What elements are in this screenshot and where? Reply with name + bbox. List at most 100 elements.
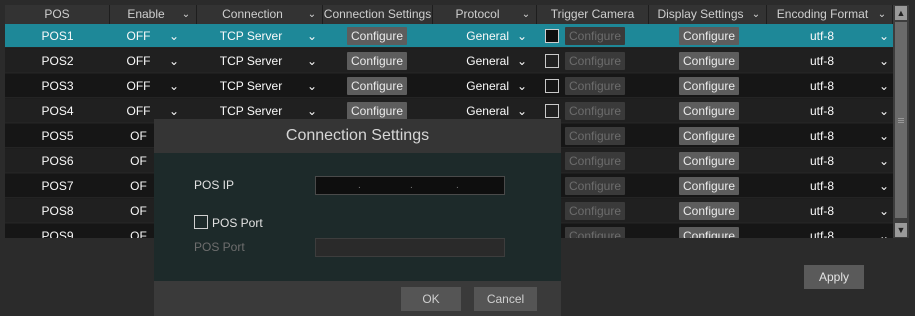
encoding-select[interactable]: utf-8 [767, 99, 877, 123]
scroll-down-icon[interactable]: ▼ [895, 223, 907, 237]
encoding-select[interactable]: utf-8 [767, 49, 877, 73]
connection-configure-button[interactable]: Configure [347, 77, 407, 95]
trigger-configure-button: Configure [565, 77, 625, 95]
encoding-select[interactable]: utf-8 [767, 224, 877, 238]
chevron-down-icon[interactable]: ⌄ [877, 199, 891, 223]
pos-name: POS4 [41, 104, 74, 118]
connection-select[interactable]: TCP Server [197, 49, 305, 73]
enable-select[interactable]: OFF [110, 49, 167, 73]
pos-ip-input[interactable]: . . . [315, 176, 505, 195]
trigger-configure-button: Configure [565, 177, 625, 195]
column-header-label: Enable [127, 7, 165, 21]
trigger-configure-button: Configure [565, 27, 625, 45]
chevron-down-icon[interactable]: ⌄ [167, 24, 181, 48]
apply-button[interactable]: Apply [804, 265, 864, 289]
protocol-select[interactable]: General [443, 49, 509, 73]
trigger-camera-checkbox[interactable] [545, 104, 559, 118]
connection-select[interactable]: TCP Server [197, 74, 305, 98]
pos-port-input[interactable] [315, 238, 505, 257]
chevron-down-icon[interactable]: ⌄ [515, 74, 529, 98]
trigger-configure-button: Configure [565, 202, 625, 220]
chevron-down-icon[interactable]: ⌄ [877, 49, 891, 73]
cancel-button[interactable]: Cancel [474, 287, 537, 311]
dialog-body: POS IP . . . POS Port POS Port [154, 153, 561, 281]
display-configure-button[interactable]: Configure [679, 202, 739, 220]
trigger-configure-button: Configure [565, 127, 625, 145]
vertical-scrollbar[interactable]: ▲ ▼ [893, 5, 909, 238]
display-configure-button[interactable]: Configure [679, 152, 739, 170]
display-configure-button[interactable]: Configure [679, 127, 739, 145]
display-configure-button[interactable]: Configure [679, 52, 739, 70]
column-header-label: Protocol [455, 7, 500, 21]
encoding-select[interactable]: utf-8 [767, 149, 877, 173]
chevron-down-icon[interactable]: ⌄ [305, 49, 319, 73]
enable-select[interactable]: OFF [110, 74, 167, 98]
encoding-select[interactable]: utf-8 [767, 24, 877, 48]
chevron-down-icon[interactable]: ⌄ [877, 149, 891, 173]
column-header-label: Connection Settings [323, 7, 432, 21]
chevron-down-icon[interactable]: ⌄ [877, 99, 891, 123]
chevron-down-icon[interactable]: ⌄ [519, 5, 533, 24]
chevron-down-icon[interactable]: ⌄ [877, 74, 891, 98]
table-row[interactable]: POS2 OFF ⌄ TCP Server ⌄ Configure General ⌄ Conf… [5, 49, 893, 73]
table-row[interactable]: POS1 OFF ⌄ TCP Server ⌄ Configure General ⌄ Conf… [5, 24, 893, 48]
column-header: POS [5, 5, 110, 24]
enable-select[interactable]: OFF [110, 24, 167, 48]
trigger-camera-checkbox[interactable] [545, 29, 559, 43]
pos-ip-label: POS IP [194, 178, 235, 192]
chevron-down-icon[interactable]: ⌄ [305, 5, 319, 24]
column-header-label: Trigger Camera [550, 7, 635, 21]
table-header: POS Enable ⌄ Connection ⌄ Connection Settings… [5, 5, 893, 24]
trigger-configure-button: Configure [565, 227, 625, 238]
connection-select[interactable]: TCP Server [197, 24, 305, 48]
pos-port-label: POS Port [194, 240, 245, 254]
encoding-select[interactable]: utf-8 [767, 174, 877, 198]
trigger-camera-checkbox[interactable] [545, 79, 559, 93]
chevron-down-icon[interactable]: ⌄ [875, 5, 889, 24]
ok-button[interactable]: OK [401, 287, 461, 311]
display-configure-button[interactable]: Configure [679, 177, 739, 195]
chevron-down-icon[interactable]: ⌄ [305, 74, 319, 98]
dialog-footer: OK Cancel [154, 281, 561, 316]
ip-separator: . [410, 180, 413, 191]
connection-configure-button[interactable]: Configure [347, 27, 407, 45]
encoding-select[interactable]: utf-8 [767, 74, 877, 98]
scroll-up-icon[interactable]: ▲ [895, 6, 907, 20]
chevron-down-icon[interactable]: ⌄ [167, 49, 181, 73]
connection-configure-button[interactable]: Configure [347, 102, 407, 120]
trigger-camera-checkbox[interactable] [545, 54, 559, 68]
chevron-down-icon[interactable]: ⌄ [179, 5, 193, 24]
pos-name: POS8 [41, 204, 74, 218]
table-row[interactable]: POS3 OFF ⌄ TCP Server ⌄ Configure General ⌄ Conf… [5, 74, 893, 98]
chevron-down-icon[interactable]: ⌄ [749, 5, 763, 24]
connection-configure-button[interactable]: Configure [347, 52, 407, 70]
pos-port-checkbox[interactable] [194, 215, 208, 229]
display-configure-button[interactable]: Configure [679, 227, 739, 238]
chevron-down-icon[interactable]: ⌄ [877, 174, 891, 198]
pos-name: POS2 [41, 54, 74, 68]
column-header: Connection Settings [323, 5, 433, 24]
scroll-thumb[interactable] [895, 22, 907, 218]
display-configure-button[interactable]: Configure [679, 27, 739, 45]
encoding-select[interactable]: utf-8 [767, 199, 877, 223]
chevron-down-icon[interactable]: ⌄ [515, 49, 529, 73]
column-header-label: Encoding Format [776, 7, 869, 21]
column-header: Trigger Camera [537, 5, 649, 24]
protocol-select[interactable]: General [443, 24, 509, 48]
trigger-configure-button: Configure [565, 152, 625, 170]
chevron-down-icon[interactable]: ⌄ [515, 24, 529, 48]
chevron-down-icon[interactable]: ⌄ [167, 74, 181, 98]
column-header-label: Display Settings [657, 7, 744, 21]
chevron-down-icon[interactable]: ⌄ [877, 124, 891, 148]
chevron-down-icon[interactable]: ⌄ [305, 24, 319, 48]
pos-name: POS9 [41, 229, 74, 238]
trigger-configure-button: Configure [565, 102, 625, 120]
column-header-label: POS [44, 7, 70, 21]
display-configure-button[interactable]: Configure [679, 77, 739, 95]
protocol-select[interactable]: General [443, 74, 509, 98]
chevron-down-icon[interactable]: ⌄ [877, 224, 891, 238]
encoding-select[interactable]: utf-8 [767, 124, 877, 148]
pos-port-checkbox-label: POS Port [212, 216, 263, 230]
display-configure-button[interactable]: Configure [679, 102, 739, 120]
chevron-down-icon[interactable]: ⌄ [877, 24, 891, 48]
